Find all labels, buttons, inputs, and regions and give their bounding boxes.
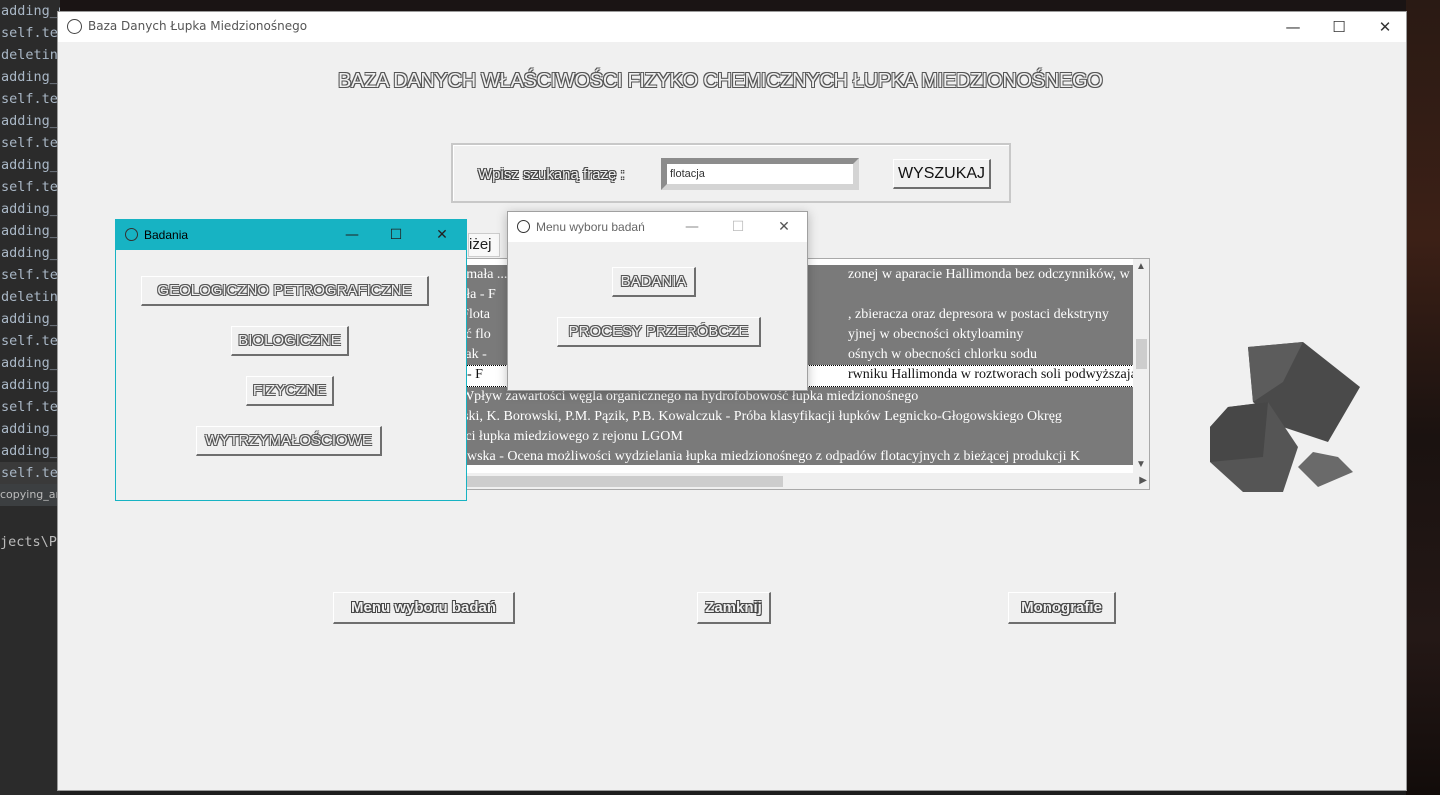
scroll-right-icon[interactable]: ▶: [1139, 473, 1147, 489]
badania-titlebar[interactable]: Badania — ☐ ✕: [116, 220, 466, 250]
ide-code-lines: adding_pages(2)self.tedeletinadding_self…: [0, 0, 60, 484]
result-text-continued: zonej w aparacie Hallimonda bez odczynni…: [848, 267, 1134, 282]
vertical-scroll-thumb[interactable]: [1136, 339, 1147, 369]
code-line: self.te: [1, 91, 58, 107]
maximize-button[interactable]: ☐: [716, 212, 760, 242]
code-line: adding_: [1, 223, 58, 239]
minimize-button[interactable]: —: [330, 220, 374, 250]
code-line: self.te: [0, 462, 60, 484]
wytrzymalosciowe-button[interactable]: WYTRZYMAŁOŚCIOWE: [196, 426, 382, 456]
close-button[interactable]: ✕: [762, 212, 806, 242]
ide-terminal: jects\P: [0, 534, 57, 550]
code-line: adding_: [1, 443, 58, 459]
search-label: Wpisz szukaną frazę :: [478, 166, 625, 183]
results-heading: iżej: [468, 233, 500, 257]
rock-logo-icon: [1210, 342, 1360, 492]
result-text-continued: ośnych w obecności chlorku sodu: [848, 347, 1037, 362]
search-input[interactable]: [661, 158, 859, 190]
search-button[interactable]: WYSZUKAJ: [893, 159, 991, 189]
result-text-continued: rwniku Hallimonda w roztworach soli podw…: [848, 367, 1134, 382]
code-line: adding_: [1, 245, 58, 261]
biologiczne-button[interactable]: BIOLOGICZNE: [231, 326, 349, 356]
code-line: self.te: [1, 179, 58, 195]
result-text-continued: yjnej w obecności oktyloaminy: [848, 327, 1024, 342]
code-line: adding_: [1, 157, 58, 173]
code-line: self.te: [1, 399, 58, 415]
code-line: adding_: [1, 201, 58, 217]
code-line: self.te: [1, 135, 58, 151]
close-button[interactable]: ✕: [1362, 12, 1408, 42]
code-line: deletin: [1, 289, 58, 305]
result-text: wski, K. Borowski, P.M. Pązik, P.B. Kowa…: [453, 409, 1062, 424]
badania-window: Badania — ☐ ✕ GEOLOGICZNO PETROGRAFICZNE…: [115, 219, 467, 501]
geologiczno-petrograficzne-button[interactable]: GEOLOGICZNO PETROGRAFICZNE: [141, 276, 429, 306]
app-icon: [517, 220, 530, 233]
scroll-up-icon[interactable]: ▲: [1133, 259, 1149, 275]
window-title: Baza Danych Łupka Miedzionośnego: [88, 19, 308, 33]
code-line: adding_: [1, 311, 58, 327]
scroll-down-icon[interactable]: ▼: [1133, 457, 1149, 473]
code-line: adding_: [1, 355, 58, 371]
code-line: self.te: [1, 267, 58, 283]
code-line: deletin: [1, 47, 58, 63]
maximize-button[interactable]: ☐: [374, 220, 418, 250]
horizontal-scroll-thumb[interactable]: [453, 476, 783, 487]
code-line: adding_: [1, 421, 58, 437]
badania-title: Badania: [144, 228, 189, 242]
app-heading: BAZA DANYCH WŁAŚCIWOŚCI FIZYKO CHEMICZNY…: [338, 70, 1103, 92]
minimize-button[interactable]: —: [1270, 12, 1316, 42]
horizontal-scrollbar[interactable]: ▶: [451, 473, 1149, 489]
code-line: self.te: [1, 333, 58, 349]
result-text: ości łupka miedziowego z rejonu LGOM: [453, 429, 683, 444]
minimize-button[interactable]: —: [670, 212, 714, 242]
app-icon: [67, 19, 82, 34]
menu-wyboru-title: Menu wyboru badań: [536, 220, 645, 234]
result-text-continued: , zbieracza oraz depresora w postaci dek…: [848, 307, 1109, 322]
menu-wyboru-badan-button[interactable]: Menu wyboru badań: [333, 592, 515, 624]
code-line: adding_: [1, 113, 58, 129]
vertical-scrollbar[interactable]: ▲ ▼: [1133, 259, 1149, 473]
monografie-button[interactable]: Monografie: [1008, 592, 1116, 624]
code-line: adding_pages(2): [1, 3, 60, 19]
code-line: adding_: [1, 69, 58, 85]
close-button[interactable]: ✕: [420, 220, 464, 250]
result-row[interactable]: wski, K. Borowski, P.M. Pązik, P.B. Kowa…: [451, 407, 1134, 427]
procesy-przerobcze-button[interactable]: PROCESY PRZERÓBCZE: [557, 317, 761, 347]
zamknij-button[interactable]: Zamknij: [697, 592, 771, 624]
menu-wyboru-titlebar[interactable]: Menu wyboru badań — ☐ ✕: [508, 212, 807, 242]
badania-button[interactable]: BADANIA: [612, 267, 696, 297]
search-panel: Wpisz szukaną frazę : WYSZUKAJ: [451, 143, 1011, 203]
menu-wyboru-window: Menu wyboru badań — ☐ ✕ BADANIA PROCESY …: [507, 211, 808, 391]
code-line: adding_: [1, 377, 58, 393]
maximize-button[interactable]: ☐: [1316, 12, 1362, 42]
result-row[interactable]: nowska - Ocena możliwości wydzielania łu…: [451, 447, 1134, 465]
desktop-strip: [60, 0, 1406, 11]
result-text: nowska - Ocena możliwości wydzielania łu…: [453, 449, 1081, 464]
fizyczne-button[interactable]: FIZYCZNE: [246, 376, 334, 406]
result-row[interactable]: ości łupka miedziowego z rejonu LGOM: [451, 427, 1134, 447]
code-line: self.te: [1, 25, 58, 41]
desktop-wallpaper: [1406, 0, 1440, 795]
main-titlebar[interactable]: Baza Danych Łupka Miedzionośnego — ☐ ✕: [58, 12, 1406, 42]
ide-tab[interactable]: copying_article: [0, 484, 60, 506]
app-icon: [125, 228, 138, 241]
ide-background: adding_pages(2)self.tedeletinadding_self…: [0, 0, 60, 795]
